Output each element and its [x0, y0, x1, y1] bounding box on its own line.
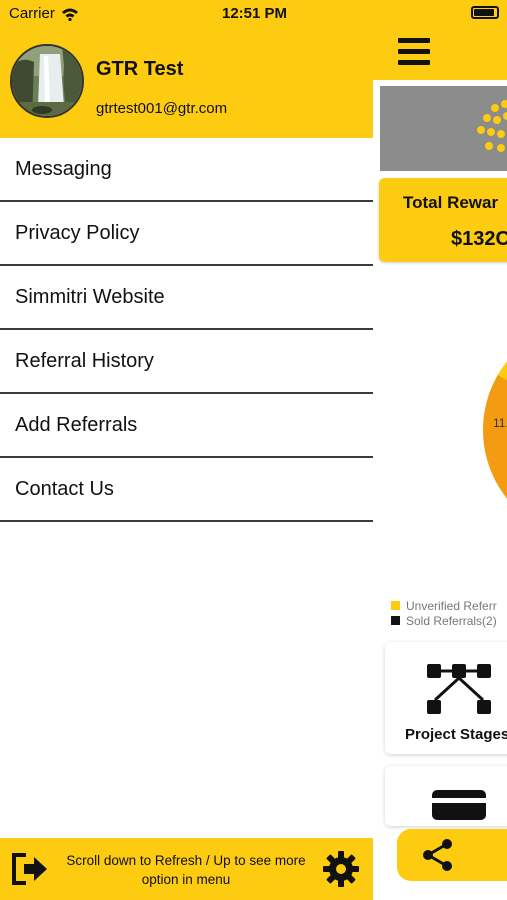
legend-item: Unverified Referr [391, 598, 497, 613]
card-icon [432, 790, 486, 820]
footer-hint-text: Scroll down to Refresh / Up to see more … [66, 853, 306, 887]
logout-icon[interactable] [12, 853, 50, 885]
legend-item: Sold Referrals(2) [391, 613, 497, 628]
drawer-menu: Messaging Privacy Policy Simmitri Websit… [0, 138, 373, 522]
menu-item-simmitri-website[interactable]: Simmitri Website [0, 266, 373, 330]
user-name: GTR Test [96, 58, 184, 80]
project-stages-tile[interactable]: Project Stages [385, 642, 507, 754]
total-rewards-card[interactable]: Total Rewar $132C [379, 178, 507, 262]
wifi-icon [61, 8, 78, 21]
share-button[interactable] [397, 829, 507, 881]
main-header [373, 0, 507, 80]
avatar-waterfall-image [12, 46, 82, 116]
secondary-tile[interactable] [385, 766, 507, 826]
legend-label: Unverified Referr [406, 598, 497, 613]
legend-label: Sold Referrals(2) [406, 613, 497, 628]
main-screen: Total Rewar $132C 11. Unverified Referr … [373, 0, 507, 900]
rewards-title: Total Rewar [403, 193, 499, 212]
avatar[interactable] [10, 44, 84, 118]
rewards-value: $132C [451, 228, 507, 250]
project-stages-label: Project Stages [405, 726, 507, 743]
pie-slice-label: 11. [493, 416, 507, 430]
menu-item-privacy-policy[interactable]: Privacy Policy [0, 202, 373, 266]
hamburger-icon[interactable] [398, 38, 430, 66]
status-carrier: Carrier [9, 5, 79, 22]
gear-icon[interactable] [323, 851, 359, 887]
project-stages-icon [427, 664, 491, 714]
banner-image [380, 86, 507, 171]
carrier-label: Carrier [9, 5, 55, 22]
battery-icon [471, 6, 499, 19]
menu-item-add-referrals[interactable]: Add Referrals [0, 394, 373, 458]
menu-item-referral-history[interactable]: Referral History [0, 330, 373, 394]
status-time: 12:51 PM [222, 5, 288, 22]
side-drawer: Carrier 12:51 PM GTR Test gtrtest001@gtr… [0, 0, 373, 900]
chart-legend: Unverified Referr Sold Referrals(2) [391, 598, 497, 628]
drawer-header: Carrier 12:51 PM GTR Test gtrtest001@gtr… [0, 0, 373, 138]
share-icon [423, 839, 452, 871]
referrals-pie-chart [483, 320, 507, 540]
menu-item-messaging[interactable]: Messaging [0, 138, 373, 202]
drawer-footer: Scroll down to Refresh / Up to see more … [0, 838, 373, 900]
menu-item-contact-us[interactable]: Contact Us [0, 458, 373, 522]
banner-logo-dots [475, 98, 507, 158]
user-email: gtrtest001@gtr.com [96, 100, 228, 117]
